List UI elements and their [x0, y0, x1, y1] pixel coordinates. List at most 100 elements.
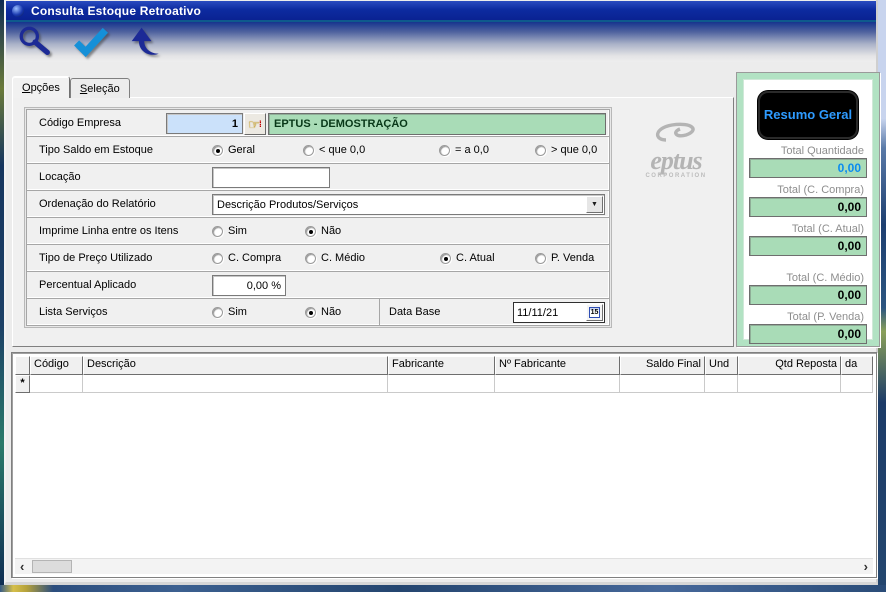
row-imprime-linha: Imprime Linha entre os Itens Sim Não [26, 217, 610, 245]
results-grid: Código Descrição Fabricante Nº Fabricant… [11, 352, 877, 578]
radio-c-medio[interactable]: C. Médio [305, 252, 365, 264]
col-header-indicator[interactable] [15, 356, 30, 375]
radio-icon [212, 306, 223, 318]
radio-imprime-nao[interactable]: Não [305, 225, 341, 237]
data-base-box: Data Base 11/11/21 15 [379, 298, 610, 326]
tipo-saldo-label: Tipo Saldo em Estoque [39, 144, 153, 156]
search-button[interactable] [14, 23, 56, 61]
grid-cell-descricao[interactable] [83, 375, 388, 393]
percentual-label: Percentual Aplicado [39, 279, 137, 291]
data-base-input[interactable]: 11/11/21 15 [513, 302, 605, 323]
tab-opcoes[interactable]: Opções [12, 76, 70, 98]
options-form: Código Empresa 1 ☞ ⁞ EPTUS - DEMOSTRAÇÃO … [24, 107, 612, 328]
back-button[interactable] [126, 23, 168, 61]
radio-icon [305, 252, 316, 264]
calendar-icon: 15 [589, 307, 600, 318]
ordenacao-dropdown[interactable]: Descrição Produtos/Serviços ▼ [212, 194, 605, 215]
lookup-dots-icon: ⁞ [258, 118, 262, 129]
grid-cell-fabricante[interactable] [388, 375, 495, 393]
col-header-fabricante[interactable]: Fabricante [388, 356, 495, 375]
resumo-panel: Resumo Geral Total Quantidade 0,00 Total… [736, 72, 880, 347]
col-header-da[interactable]: da [841, 356, 873, 375]
row-tipo-preco: Tipo de Preço Utilizado C. Compra C. Méd… [26, 244, 610, 272]
radio-icon [439, 144, 450, 156]
row-percentual: Percentual Aplicado 0,00 % [26, 271, 610, 299]
radio-icon [305, 306, 316, 318]
scroll-left-arrow-icon[interactable]: ‹ [20, 559, 24, 574]
empresa-nome-field: EPTUS - DEMOSTRAÇÃO [268, 113, 606, 135]
tab-bar: Opções Seleção [12, 76, 130, 98]
calendar-button[interactable]: 15 [586, 304, 603, 321]
total-c-compra-field: 0,00 [749, 197, 867, 217]
data-base-value[interactable]: 11/11/21 [514, 307, 586, 319]
ordenacao-label: Ordenação do Relatório [39, 198, 156, 210]
col-header-qtd-reposta[interactable]: Qtd Reposta [738, 356, 841, 375]
tab-selecao[interactable]: Seleção [69, 78, 130, 98]
new-row-indicator: * [15, 375, 30, 393]
radio-icon [212, 252, 223, 264]
radio-geral[interactable]: Geral [212, 144, 255, 156]
scrollbar-thumb[interactable] [32, 560, 72, 573]
radio-c-compra[interactable]: C. Compra [212, 252, 281, 264]
search-icon [19, 26, 50, 56]
check-icon [74, 27, 109, 58]
back-arrow-icon [131, 27, 159, 55]
toolbar [6, 22, 876, 62]
resumo-panel-inner: Resumo Geral Total Quantidade 0,00 Total… [743, 79, 873, 344]
col-header-codigo[interactable]: Código [30, 356, 83, 375]
grid-cell-qtd-reposta[interactable] [738, 375, 841, 393]
radio-imprime-sim[interactable]: Sim [212, 225, 247, 237]
row-codigo-empresa: Código Empresa 1 ☞ ⁞ EPTUS - DEMOSTRAÇÃO [26, 109, 610, 137]
total-p-venda-label: Total (P. Venda) [787, 311, 864, 323]
radio-icon [305, 225, 316, 237]
radio-maior-que-zero[interactable]: > que 0,0 [535, 144, 597, 156]
total-quantidade-field: 0,00 [749, 158, 867, 178]
resumo-geral-button[interactable]: Resumo Geral [758, 91, 858, 139]
col-header-descricao[interactable]: Descrição [83, 356, 388, 375]
radio-servicos-sim[interactable]: Sim [212, 306, 247, 318]
eptus-logo: eptus CORPORATION [625, 120, 727, 179]
percentual-input[interactable]: 0,00 % [212, 275, 286, 296]
radio-servicos-nao[interactable]: Não [305, 306, 341, 318]
codigo-empresa-input[interactable]: 1 [166, 113, 243, 134]
radio-c-atual[interactable]: C. Atual [440, 252, 495, 264]
row-ordenacao: Ordenação do Relatório Descrição Produto… [26, 190, 610, 218]
radio-icon [535, 144, 546, 156]
grid-cell-codigo[interactable] [30, 375, 83, 393]
locacao-label: Locação [39, 171, 81, 183]
scroll-right-arrow-icon[interactable]: › [864, 559, 868, 574]
col-header-und[interactable]: Und [705, 356, 738, 375]
col-header-saldo-final[interactable]: Saldo Final [620, 356, 705, 375]
grid-cell-n-fabricante[interactable] [495, 375, 620, 393]
dropdown-arrow-icon[interactable]: ▼ [586, 196, 603, 213]
radio-igual-a-zero[interactable]: = a 0,0 [439, 144, 489, 156]
total-p-venda-value: 0,00 [837, 327, 861, 341]
col-header-n-fabricante[interactable]: Nº Fabricante [495, 356, 620, 375]
locacao-input[interactable] [212, 167, 330, 188]
row-tipo-saldo: Tipo Saldo em Estoque Geral < que 0,0 = … [26, 136, 610, 164]
radio-p-venda[interactable]: P. Venda [535, 252, 594, 264]
grid-cell-da[interactable] [841, 375, 873, 393]
window-title: Consulta Estoque Retroativo [31, 3, 202, 18]
radio-icon [303, 144, 314, 156]
total-quantidade-label: Total Quantidade [780, 145, 864, 157]
empresa-lookup-button[interactable]: ☞ ⁞ [244, 113, 266, 135]
row-locacao: Locação [26, 163, 610, 191]
grid-cell-und[interactable] [705, 375, 738, 393]
confirm-button[interactable] [70, 23, 112, 61]
data-base-label: Data Base [389, 306, 441, 318]
total-p-venda-field: 0,00 [749, 324, 867, 344]
total-c-medio-label: Total (C. Médio) [786, 272, 864, 284]
total-quantidade-value: 0,00 [837, 161, 861, 175]
app-window: Consulta Estoque Retroativo Opções Seleç… [4, 0, 880, 585]
total-c-medio-field: 0,00 [749, 285, 867, 305]
total-c-atual-label: Total (C. Atual) [791, 223, 864, 235]
grid-header-row: Código Descrição Fabricante Nº Fabricant… [15, 356, 873, 375]
horizontal-scrollbar[interactable]: ‹ › [15, 558, 873, 574]
titlebar: Consulta Estoque Retroativo [6, 1, 876, 20]
radio-menor-que-zero[interactable]: < que 0,0 [303, 144, 365, 156]
row-lista-servicos: Lista Serviços Sim Não Data Base 11/11/2… [26, 298, 610, 326]
eptus-swirl-icon [656, 122, 695, 142]
grid-cell-saldo-final[interactable] [620, 375, 705, 393]
total-c-compra-value: 0,00 [837, 200, 861, 214]
